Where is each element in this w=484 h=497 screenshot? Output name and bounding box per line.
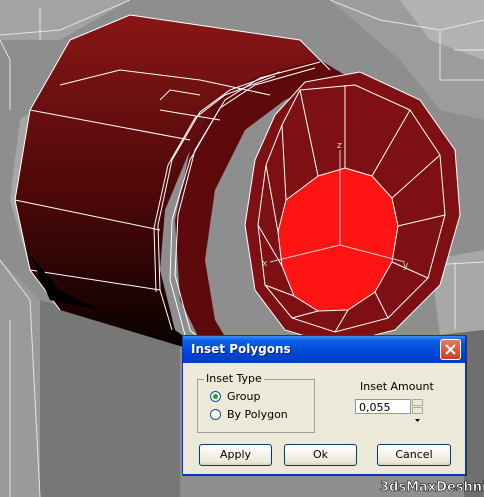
dialog-title: Inset Polygons <box>191 342 291 356</box>
radio-group-label: Group <box>227 390 261 403</box>
radio-selected-icon <box>210 391 221 402</box>
ok-button[interactable]: Ok <box>284 444 357 466</box>
spinner-up-button[interactable] <box>412 399 423 414</box>
cancel-button[interactable]: Cancel <box>377 444 451 466</box>
apply-button[interactable]: Apply <box>199 444 272 466</box>
svg-text:y: y <box>403 261 409 271</box>
inset-amount-spinner[interactable] <box>412 399 423 422</box>
close-icon <box>445 344 456 355</box>
inset-amount-label: Inset Amount <box>360 380 434 393</box>
inset-amount-input[interactable]: 0,055 <box>355 399 411 414</box>
svg-text:x: x <box>262 259 268 269</box>
inset-type-legend: Inset Type <box>204 372 264 385</box>
inset-type-group: Inset Type Group By Polygon <box>197 372 315 433</box>
radio-by-polygon-label: By Polygon <box>227 408 288 421</box>
svg-text:z: z <box>337 141 342 151</box>
inset-polygons-dialog[interactable]: Inset Polygons Inset Type Group By Polyg… <box>182 335 466 475</box>
dialog-titlebar[interactable]: Inset Polygons <box>183 336 465 363</box>
radio-unselected-icon <box>210 409 221 420</box>
close-button[interactable] <box>440 339 461 360</box>
spinner-down-button[interactable] <box>412 407 423 422</box>
watermark: 3dsMaxDeshnik <box>380 480 484 495</box>
arrow-down-icon <box>415 419 420 422</box>
